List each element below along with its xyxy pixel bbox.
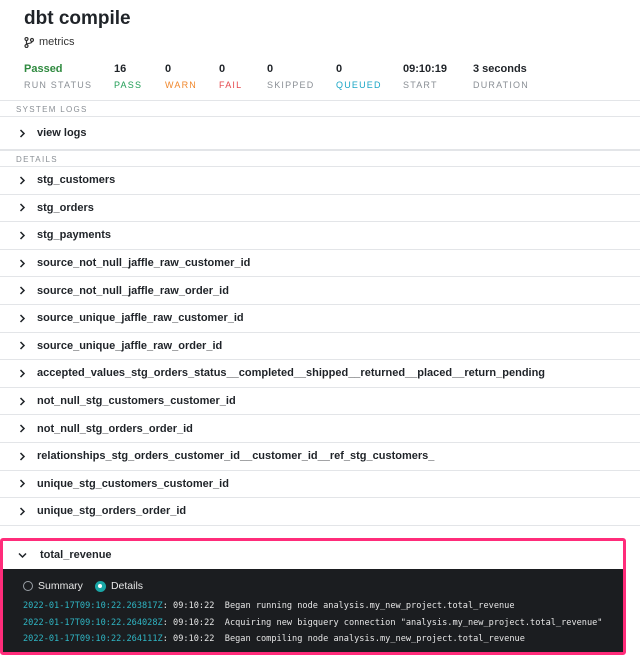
chevron-right-icon: [18, 369, 26, 378]
stat-pass: 16 PASS: [114, 63, 165, 91]
node-row[interactable]: unique_stg_customers_customer_id: [0, 471, 640, 499]
node-row[interactable]: accepted_values_stg_orders_status__compl…: [0, 360, 640, 388]
stat-value: 0: [267, 63, 274, 75]
summary-radio-label: Summary: [38, 580, 83, 592]
chevron-right-icon: [18, 203, 26, 212]
chevron-right-icon: [18, 507, 26, 516]
stat-skipped: 0 SKIPPED: [267, 63, 336, 91]
stat-label: SKIPPED: [267, 80, 315, 90]
node-row[interactable]: source_unique_jaffle_raw_customer_id: [0, 305, 640, 333]
system-logs-section-label: SYSTEM LOGS: [0, 100, 640, 117]
details-radio-label: Details: [110, 580, 144, 592]
log-message: : 09:10:22 Began compiling node analysis…: [162, 634, 525, 645]
chevron-right-icon: [18, 286, 26, 295]
node-name: stg_orders: [37, 201, 94, 214]
chevron-right-icon: [18, 424, 26, 433]
log-line: 2022-01-17T09:10:22.264028Z: 09:10:22 Ac…: [23, 615, 623, 632]
expanded-node-header[interactable]: total_revenue: [3, 541, 623, 569]
stat-queued: 0 QUEUED: [336, 63, 403, 91]
stat-warn: 0 WARN: [165, 63, 219, 91]
chevron-right-icon: [18, 314, 26, 323]
run-header: dbt compile metrics Passed RUN STATUS 16 PA…: [0, 0, 640, 100]
stat-value: 0: [165, 63, 172, 75]
node-row[interactable]: not_null_stg_customers_customer_id: [0, 388, 640, 416]
stat-fail: 0 FAIL: [219, 63, 267, 91]
node-row[interactable]: source_unique_jaffle_raw_order_id: [0, 333, 640, 361]
node-name: accepted_values_stg_orders_status__compl…: [37, 367, 546, 380]
stat-run-status: Passed RUN STATUS: [24, 63, 114, 91]
chevron-right-icon: [18, 128, 26, 138]
branch-info: metrics: [24, 36, 616, 48]
stat-value: Passed: [24, 63, 63, 75]
view-logs-row[interactable]: view logs: [0, 117, 640, 150]
expanded-node-panel: total_revenue Summary Details 2022-01-17…: [0, 538, 626, 655]
log-line: 2022-01-17T09:10:22.263817Z: 09:10:22 Be…: [23, 598, 623, 615]
node-name: source_not_null_jaffle_raw_order_id: [37, 284, 229, 297]
node-name: stg_customers: [37, 174, 116, 187]
node-row[interactable]: stg_customers: [0, 167, 640, 195]
node-name: source_unique_jaffle_raw_customer_id: [37, 312, 244, 325]
stat-label: WARN: [165, 80, 197, 90]
expanded-node-name: total_revenue: [40, 549, 112, 561]
log-output: 2022-01-17T09:10:22.263817Z: 09:10:22 Be…: [23, 598, 623, 648]
node-name: relationships_stg_orders_customer_id__cu…: [37, 450, 435, 463]
log-message: : 09:10:22 Acquiring new bigquery connec…: [162, 617, 603, 628]
node-row[interactable]: source_not_null_jaffle_raw_customer_id: [0, 250, 640, 278]
node-row[interactable]: source_not_null_jaffle_raw_order_id: [0, 277, 640, 305]
stat-value: 0: [336, 63, 343, 75]
node-name: unique_stg_orders_order_id: [37, 505, 187, 518]
run-stats: Passed RUN STATUS 16 PASS 0 WARN 0 FAIL 0 SKIPPED…: [24, 63, 616, 91]
node-name: source_unique_jaffle_raw_order_id: [37, 339, 223, 352]
page-title: dbt compile: [24, 8, 131, 29]
log-line: 2022-01-17T09:10:22.264111Z: 09:10:22 Be…: [23, 631, 623, 648]
node-name: not_null_stg_customers_customer_id: [37, 395, 236, 408]
stat-value: 09:10:19: [403, 63, 448, 75]
branch-name: metrics: [39, 36, 75, 48]
stat-duration: 3 seconds DURATION: [473, 63, 553, 91]
chevron-right-icon: [18, 341, 26, 350]
node-name: not_null_stg_orders_order_id: [37, 422, 193, 435]
chevron-right-icon: [18, 259, 26, 268]
view-logs-label: view logs: [37, 127, 87, 139]
chevron-right-icon: [18, 176, 26, 185]
log-message: : 09:10:22 Began running node analysis.m…: [162, 601, 515, 611]
stat-value: 0: [219, 63, 226, 75]
node-row[interactable]: unique_stg_orders_order_id: [0, 498, 640, 526]
stat-value: 16: [114, 63, 127, 75]
details-section-label: DETAILS: [0, 150, 640, 167]
node-row[interactable]: stg_payments: [0, 222, 640, 250]
node-row[interactable]: stg_orders: [0, 195, 640, 223]
stat-label: QUEUED: [336, 80, 382, 90]
details-radio[interactable]: Details: [94, 580, 144, 592]
node-row[interactable]: not_null_stg_orders_order_id: [0, 415, 640, 443]
stat-start: 09:10:19 START: [403, 63, 473, 91]
log-timestamp: 2022-01-17T09:10:22.264028Z: [23, 617, 163, 628]
git-branch-icon: [24, 36, 34, 48]
stat-value: 3 seconds: [473, 63, 527, 75]
chevron-right-icon: [18, 397, 26, 406]
stat-label: PASS: [114, 80, 143, 90]
node-row[interactable]: relationships_stg_orders_customer_id__cu…: [0, 443, 640, 471]
summary-radio[interactable]: Summary: [23, 580, 83, 592]
log-timestamp: 2022-01-17T09:10:22.263817Z: [23, 601, 163, 611]
node-name: stg_payments: [37, 229, 111, 242]
log-timestamp: 2022-01-17T09:10:22.264111Z: [23, 634, 163, 645]
stat-label: RUN STATUS: [24, 80, 93, 90]
chevron-right-icon: [18, 479, 26, 488]
chevron-right-icon: [18, 452, 26, 461]
chevron-down-icon: [18, 552, 27, 559]
stat-label: FAIL: [219, 80, 243, 90]
chevron-right-icon: [18, 231, 26, 240]
node-name: unique_stg_customers_customer_id: [37, 477, 229, 490]
stat-label: START: [403, 80, 438, 90]
radio-selected-icon: [94, 580, 106, 592]
node-list: stg_customers stg_orders stg_paymentssourc…: [0, 167, 640, 526]
node-name: source_not_null_jaffle_raw_customer_id: [37, 257, 251, 270]
radio-unselected-icon: [23, 581, 33, 591]
stat-label: DURATION: [473, 80, 529, 90]
view-mode-toggle: Summary Details: [23, 580, 623, 592]
